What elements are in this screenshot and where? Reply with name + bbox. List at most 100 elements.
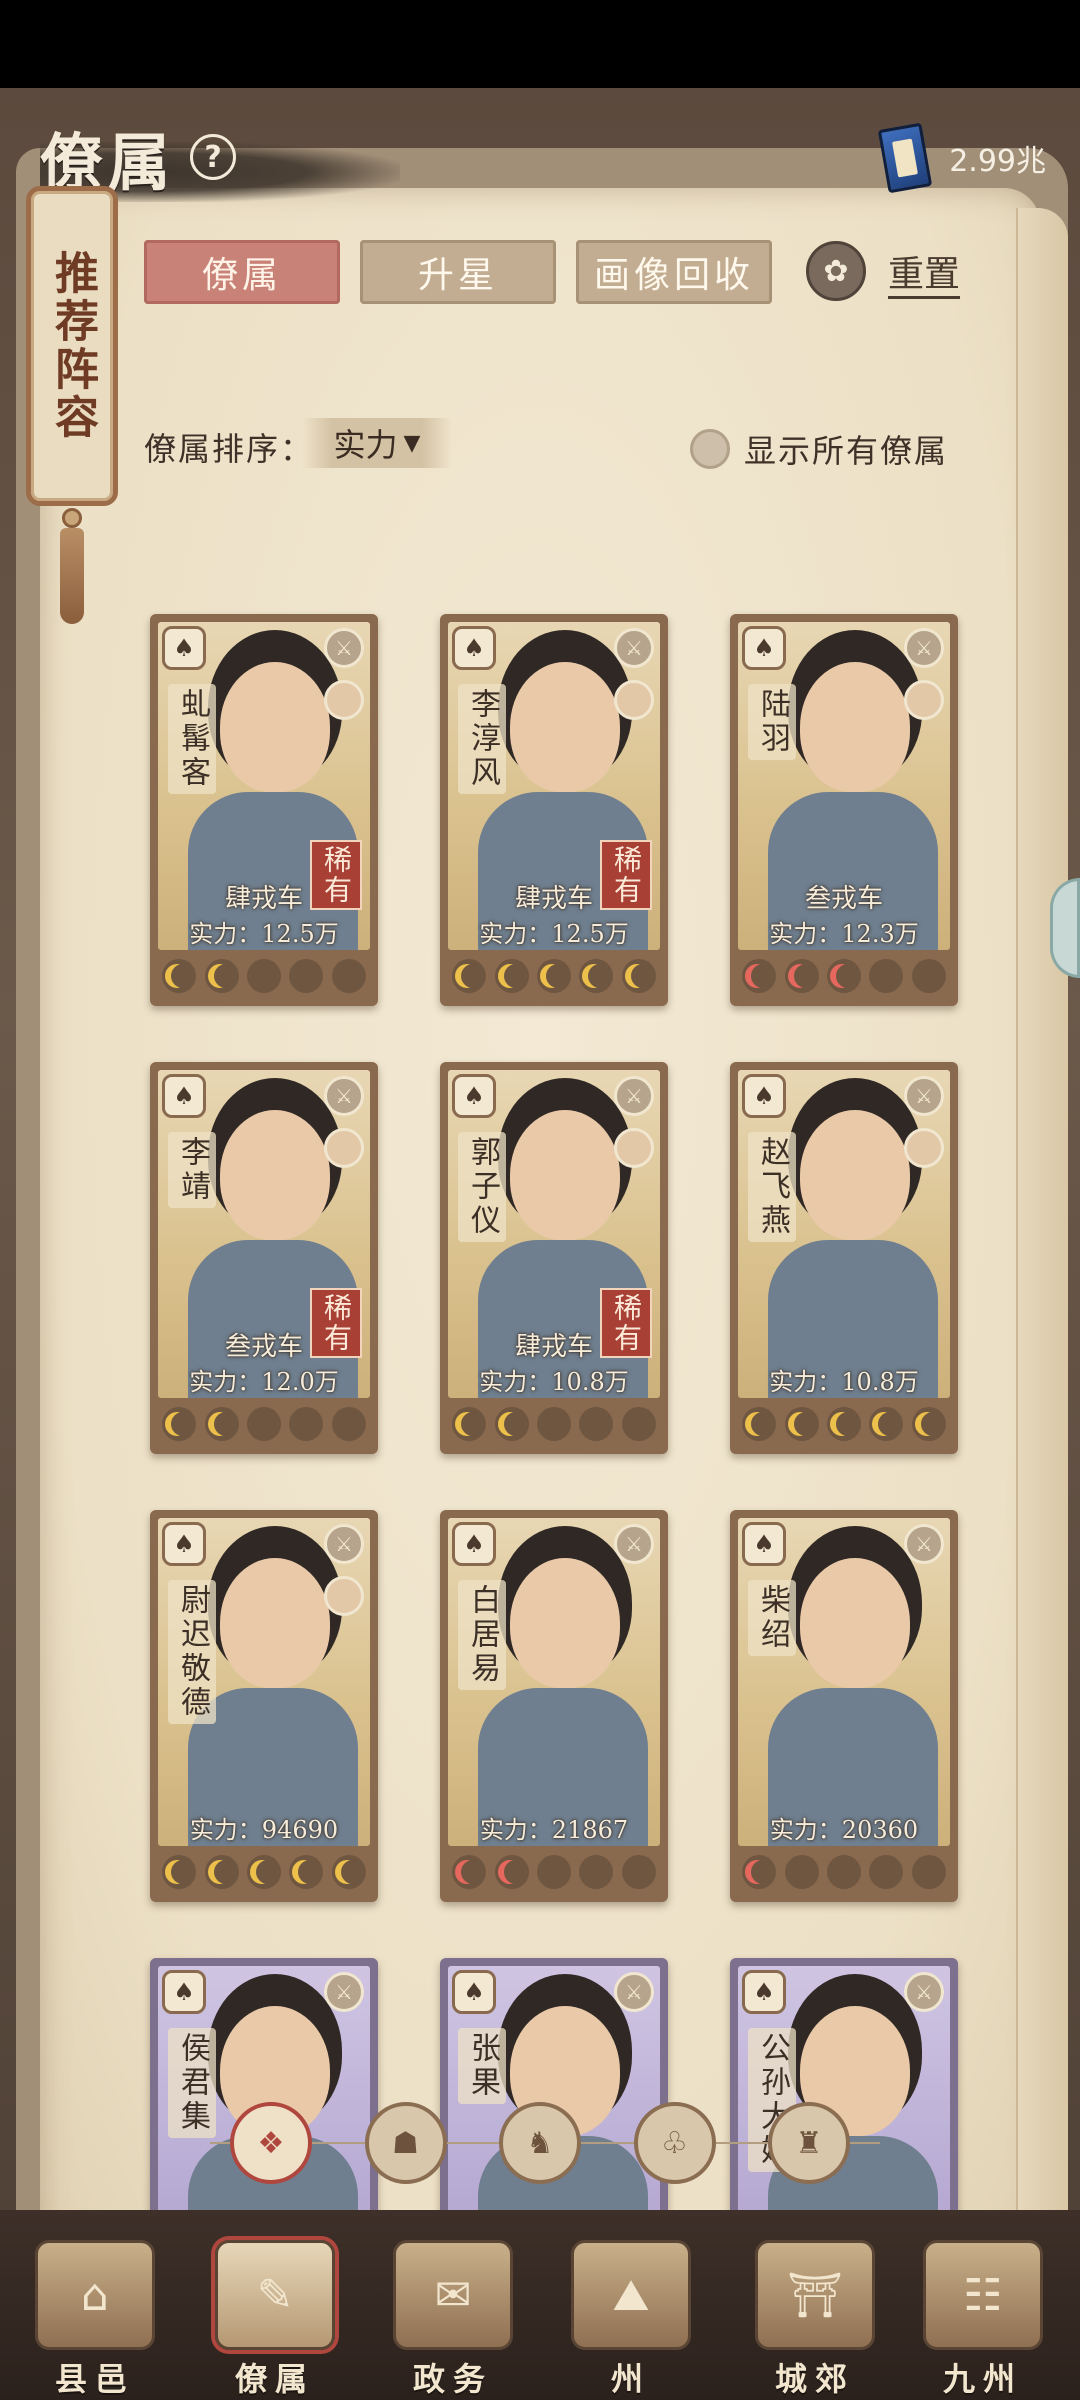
- star-row: [448, 1850, 660, 1894]
- empty-star-icon: [289, 1407, 324, 1441]
- portrait-head: [510, 1110, 620, 1240]
- retainer-portrait: ♠ ⚔ 虬髯客 稀有 肆戎车 实力：12.5万: [158, 622, 370, 950]
- side-pull-tab[interactable]: [1050, 878, 1080, 978]
- moon-star-icon: [162, 1407, 197, 1441]
- moon-star-icon: [784, 959, 819, 993]
- retainer-card[interactable]: ♠ ⚔ 郭子仪 稀有 肆戎车 实力：10.8万: [440, 1062, 668, 1454]
- retainer-power: 实力：12.3万: [769, 920, 919, 948]
- retainer-card[interactable]: ♠ ⚔ 柴绍 实力：20360: [730, 1510, 958, 1902]
- retainer-icon: ✎: [215, 2240, 335, 2350]
- camp-filter-row: ❖ ☗ ♞ ♧ ♜: [230, 2098, 850, 2188]
- class-icon: ⚔: [324, 1076, 364, 1116]
- retainer-name: 李靖: [168, 1132, 216, 1208]
- retainer-portrait: ♠ ⚔ 郭子仪 稀有 肆戎车 实力：10.8万: [448, 1070, 660, 1398]
- star-row: [448, 1402, 660, 1446]
- show-all-label: 显示所有僚属: [744, 432, 949, 470]
- star-row: [158, 1402, 370, 1446]
- partner-avatar: [324, 680, 364, 720]
- recommended-lineup-label: 推荐阵容: [47, 250, 98, 442]
- retainer-power: 实力：12.5万: [479, 920, 629, 948]
- show-all-toggle[interactable]: 显示所有僚属: [690, 426, 948, 472]
- moon-star-icon: [204, 1407, 239, 1441]
- nav-label: 僚属: [234, 2360, 315, 2398]
- retainer-card[interactable]: ♠ ⚔ 李靖 稀有 叁戎车 实力：12.0万: [150, 1062, 378, 1454]
- partner-avatar: [904, 680, 944, 720]
- role-icon: ♠: [742, 1074, 786, 1118]
- retainer-name: 郭子仪: [458, 1132, 506, 1242]
- class-icon: ⚔: [904, 1972, 944, 2012]
- class-icon: ⚔: [904, 628, 944, 668]
- retainer-card[interactable]: ♠ ⚔ 赵飞燕 实力：10.8万: [730, 1062, 958, 1454]
- nav-item[interactable]: ⛩ 城郊: [740, 2230, 890, 2400]
- role-icon: ♠: [162, 1970, 206, 2014]
- role-icon: ♠: [742, 1522, 786, 1566]
- sort-label: 僚属排序：: [144, 430, 315, 468]
- role-icon: ♠: [452, 1074, 496, 1118]
- retainer-card[interactable]: ♠ ⚔ 陆羽 叁戎车 实力：12.3万: [730, 614, 958, 1006]
- tab-retainers[interactable]: 僚属: [144, 240, 340, 304]
- retainer-name: 赵飞燕: [748, 1132, 796, 1242]
- star-row: [738, 954, 950, 998]
- moon-star-icon: [162, 959, 197, 993]
- moon-star-icon: [742, 1407, 777, 1441]
- retainer-name: 尉迟敬德: [168, 1580, 216, 1724]
- tassel-knot: [62, 508, 82, 528]
- retainer-grade: 肆戎车: [514, 1332, 593, 1362]
- moon-star-icon: [289, 1855, 324, 1889]
- tab-portrait-recycle[interactable]: 画像回收: [576, 240, 772, 304]
- moon-star-icon: [826, 959, 861, 993]
- retainer-name: 李淳风: [458, 684, 506, 794]
- nav-item[interactable]: ⌂ 县邑: [20, 2230, 170, 2400]
- all-icon[interactable]: ❖: [230, 2102, 312, 2184]
- empty-star-icon: [246, 1407, 281, 1441]
- empty-star-icon: [331, 1407, 366, 1441]
- camp-3-icon[interactable]: ♧: [633, 2102, 716, 2184]
- camp-2-icon[interactable]: ♞: [499, 2102, 581, 2184]
- retainer-power: 实力：94690: [189, 1816, 339, 1844]
- retainer-power: 实力：12.5万: [189, 920, 339, 948]
- bottom-nav: ⌂ 县邑 ✎ 僚属 ✉ 政务 ⛰ 州 ⛩ 城郊 ☷ 九州: [0, 2210, 1080, 2400]
- retainer-portrait: ♠ ⚔ 李靖 稀有 叁戎车 实力：12.0万: [158, 1070, 370, 1398]
- tab-star-up[interactable]: 升星: [360, 240, 556, 304]
- moon-star-icon: [204, 1855, 239, 1889]
- class-icon: ⚔: [614, 1524, 654, 1564]
- help-icon[interactable]: ?: [190, 134, 237, 180]
- sort-dropdown[interactable]: 实力 ▼: [302, 418, 452, 468]
- portrait-head: [510, 662, 620, 792]
- book-currency-icon: [877, 122, 933, 194]
- portrait-head: [220, 1110, 330, 1240]
- retainer-power: 实力：21867: [479, 1816, 629, 1844]
- nav-item[interactable]: ✎ 僚属: [200, 2230, 350, 2400]
- retainer-name: 陆羽: [748, 684, 796, 760]
- retainer-card[interactable]: ♠ ⚔ 白居易 实力：21867: [440, 1510, 668, 1902]
- star-row: [448, 954, 660, 998]
- role-icon: ♠: [742, 626, 786, 670]
- currency-display[interactable]: 2.99兆: [877, 118, 1046, 198]
- retainer-card[interactable]: ♠ ⚔ 虬髯客 稀有 肆戎车 实力：12.5万: [150, 614, 378, 1006]
- empty-star-icon: [784, 1855, 819, 1889]
- retainer-grade: 肆戎车: [224, 884, 303, 914]
- camp-4-icon[interactable]: ♜: [768, 2102, 850, 2184]
- nav-item[interactable]: ✉ 政务: [378, 2230, 528, 2400]
- retainer-name: 张果: [458, 2028, 506, 2104]
- nav-item[interactable]: ☷ 九州: [908, 2230, 1058, 2400]
- nav-label: 州: [610, 2360, 651, 2398]
- role-icon: ♠: [452, 626, 496, 670]
- reset-button[interactable]: ✿ 重置: [806, 236, 960, 306]
- partner-avatar: [904, 1128, 944, 1168]
- role-icon: ♠: [452, 1970, 496, 2014]
- radio-circle[interactable]: [690, 429, 730, 469]
- class-icon: ⚔: [324, 1524, 364, 1564]
- retainer-card[interactable]: ♠ ⚔ 尉迟敬德 实力：94690: [150, 1510, 378, 1902]
- star-row: [738, 1402, 950, 1446]
- camp-1-icon[interactable]: ☗: [364, 2102, 447, 2184]
- suburb-icon: ⛩: [755, 2240, 875, 2350]
- empty-star-icon: [536, 1407, 571, 1441]
- moon-star-icon: [204, 959, 239, 993]
- class-icon: ⚔: [614, 1076, 654, 1116]
- empty-star-icon: [869, 1855, 904, 1889]
- portrait-head: [220, 1558, 330, 1688]
- recommended-lineup-button[interactable]: 推荐阵容: [26, 186, 118, 506]
- retainer-card[interactable]: ♠ ⚔ 李淳风 稀有 肆戎车 实力：12.5万: [440, 614, 668, 1006]
- nav-item[interactable]: ⛰ 州: [556, 2230, 706, 2400]
